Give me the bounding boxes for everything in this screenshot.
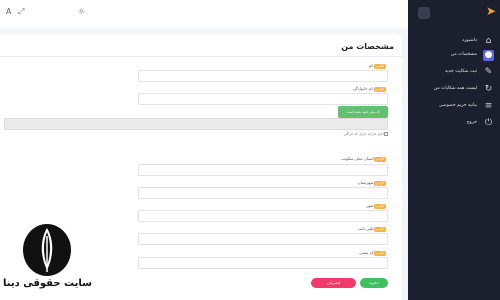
home-icon: ⌂ <box>485 36 492 46</box>
foreign-national-checkbox[interactable] <box>384 132 388 136</box>
postal-code-input[interactable] <box>138 257 388 269</box>
save-button[interactable]: ذخیره <box>360 278 388 288</box>
province-label: الزامیاستان محل سکونت <box>340 156 386 162</box>
phone-label: الزامیتلفن ثابت <box>357 226 386 232</box>
county-label: الزامیشهرستان <box>357 180 386 186</box>
sidebar-item-new-complaint[interactable]: ثبت شکایت جدید ✎ <box>408 66 500 80</box>
county-select[interactable] <box>138 187 388 199</box>
verification-notice: کد ملی تایید شده است <box>338 106 388 118</box>
last-name-input[interactable] <box>138 93 388 105</box>
sidebar-item-label: ثبت شکایت جدید <box>445 69 477 74</box>
required-badge: الزامی <box>373 86 386 92</box>
sidebar: ➤ داشبورد ⌂ مشخصات من ● ثبت شکایت جدید ✎… <box>408 0 500 300</box>
sidebar-item-logout[interactable]: خروج ⏻ <box>408 117 500 131</box>
first-name-input[interactable] <box>138 70 388 82</box>
divider <box>0 56 402 57</box>
city-label: الزامیشهر <box>366 203 386 209</box>
top-bar: A ⤢ ☼ <box>0 0 408 28</box>
cancel-button[interactable]: انصراف <box>311 278 356 288</box>
required-badge: الزامی <box>373 180 386 186</box>
city-select[interactable] <box>138 210 388 222</box>
brand-logo-icon[interactable]: ➤ <box>484 5 498 18</box>
sidebar-item-profile[interactable]: مشخصات من ● <box>408 49 500 63</box>
national-id-input[interactable] <box>4 118 388 130</box>
power-icon: ⏻ <box>484 118 493 128</box>
expand-icon[interactable]: ⤢ <box>18 7 24 17</box>
sidebar-item-dashboard[interactable]: داشبورد ⌂ <box>408 35 500 49</box>
foreign-national-note: اتباع خارجه دارای کد فراگیر <box>343 132 384 136</box>
last-name-label: الزامینام خانوادگی <box>352 86 386 92</box>
refresh-icon: ↻ <box>484 84 493 94</box>
sidebar-toggle-button[interactable] <box>418 7 430 19</box>
sidebar-item-label: بیانیه حریم خصوصی <box>439 103 477 108</box>
postal-code-label: الزامیکد پستی <box>359 250 386 256</box>
page-title: مشخصات من <box>341 42 394 51</box>
required-badge: الزامی <box>373 203 386 209</box>
phone-input[interactable] <box>138 233 388 245</box>
edit-icon: ✎ <box>484 67 493 77</box>
required-badge: الزامی <box>373 156 386 162</box>
first-name-label: الزامینام <box>368 63 386 69</box>
sidebar-item-complaints-list[interactable]: لیست همه شکایات من ↻ <box>408 83 500 97</box>
sidebar-item-label: مشخصات من <box>450 52 477 57</box>
watermark: سایت حقوقی دینا <box>3 222 92 294</box>
sidebar-item-privacy[interactable]: بیانیه حریم خصوصی ≡ <box>408 100 500 114</box>
sidebar-item-label: داشبورد <box>462 38 477 43</box>
province-select[interactable] <box>138 164 388 176</box>
sidebar-item-label: خروج <box>466 120 477 125</box>
user-icon: ● <box>483 50 494 61</box>
watermark-text: سایت حقوقی دینا <box>3 278 92 289</box>
quill-logo-icon <box>23 224 71 276</box>
user-icon[interactable]: A <box>6 7 11 17</box>
list-icon: ≡ <box>484 101 493 111</box>
required-badge: الزامی <box>373 250 386 256</box>
required-badge: الزامی <box>373 226 386 232</box>
sidebar-item-label: لیست همه شکایات من <box>433 86 477 91</box>
required-badge: الزامی <box>373 63 386 69</box>
sun-icon[interactable]: ☼ <box>78 7 85 17</box>
